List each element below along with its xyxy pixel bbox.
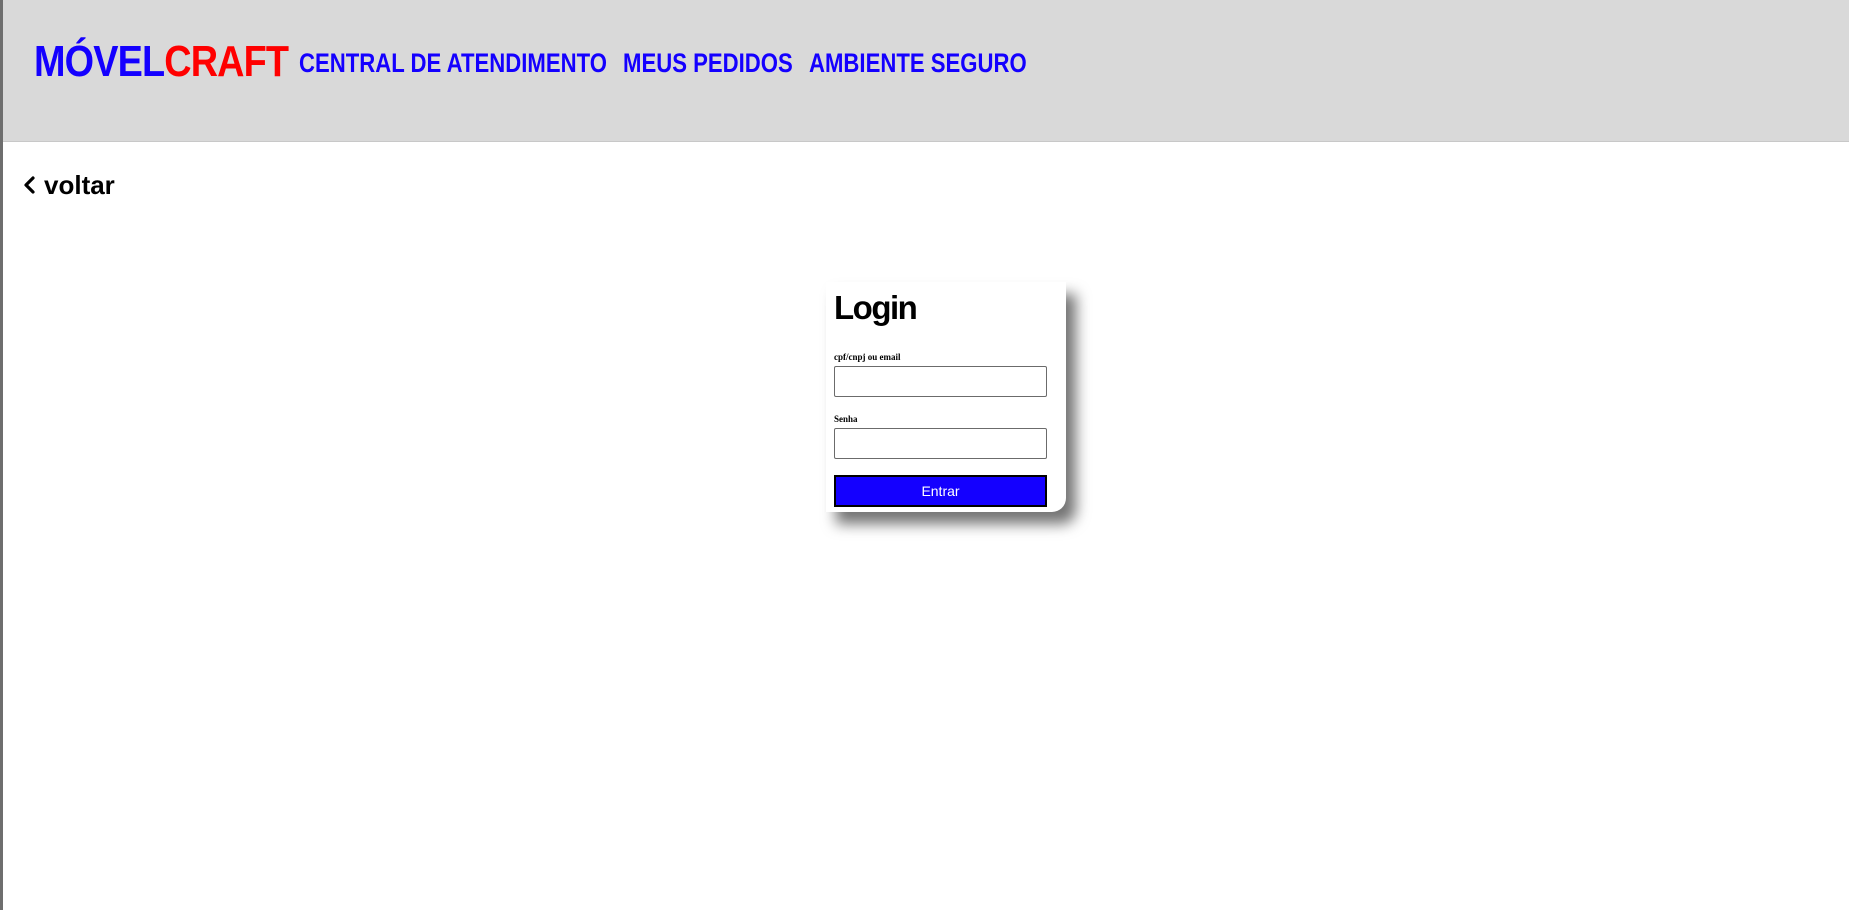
nav-link-central-de-atendimento[interactable]: CENTRAL DE ATENDIMENTO — [299, 46, 607, 80]
login-card: Login cpf/cnpj ou email Senha Entrar — [826, 282, 1066, 512]
nav-link-meus-pedidos[interactable]: MEUS PEDIDOS — [623, 46, 793, 80]
main-nav: CENTRAL DE ATENDIMENTO MEUS PEDIDOS AMBI… — [299, 46, 1026, 80]
nav-link-ambiente-seguro[interactable]: AMBIENTE SEGURO — [809, 46, 1027, 80]
back-link[interactable]: voltar — [22, 170, 115, 200]
chevron-left-icon — [22, 175, 36, 195]
login-field-input[interactable] — [834, 366, 1047, 397]
password-field-input[interactable] — [834, 428, 1047, 459]
login-field-label: cpf/cnpj ou email — [834, 352, 901, 362]
submit-login-button[interactable]: Entrar — [834, 475, 1047, 507]
password-field-label: Senha — [834, 414, 858, 424]
login-title: Login — [834, 289, 918, 326]
logo-text-movel: MÓVEL — [34, 37, 165, 86]
site-header: MÓVELCRAFT CENTRAL DE ATENDIMENTO MEUS P… — [3, 0, 1849, 142]
site-logo[interactable]: MÓVELCRAFT — [34, 34, 289, 90]
logo-text-craft: CRAFT — [164, 37, 289, 86]
back-link-label: voltar — [44, 170, 115, 200]
